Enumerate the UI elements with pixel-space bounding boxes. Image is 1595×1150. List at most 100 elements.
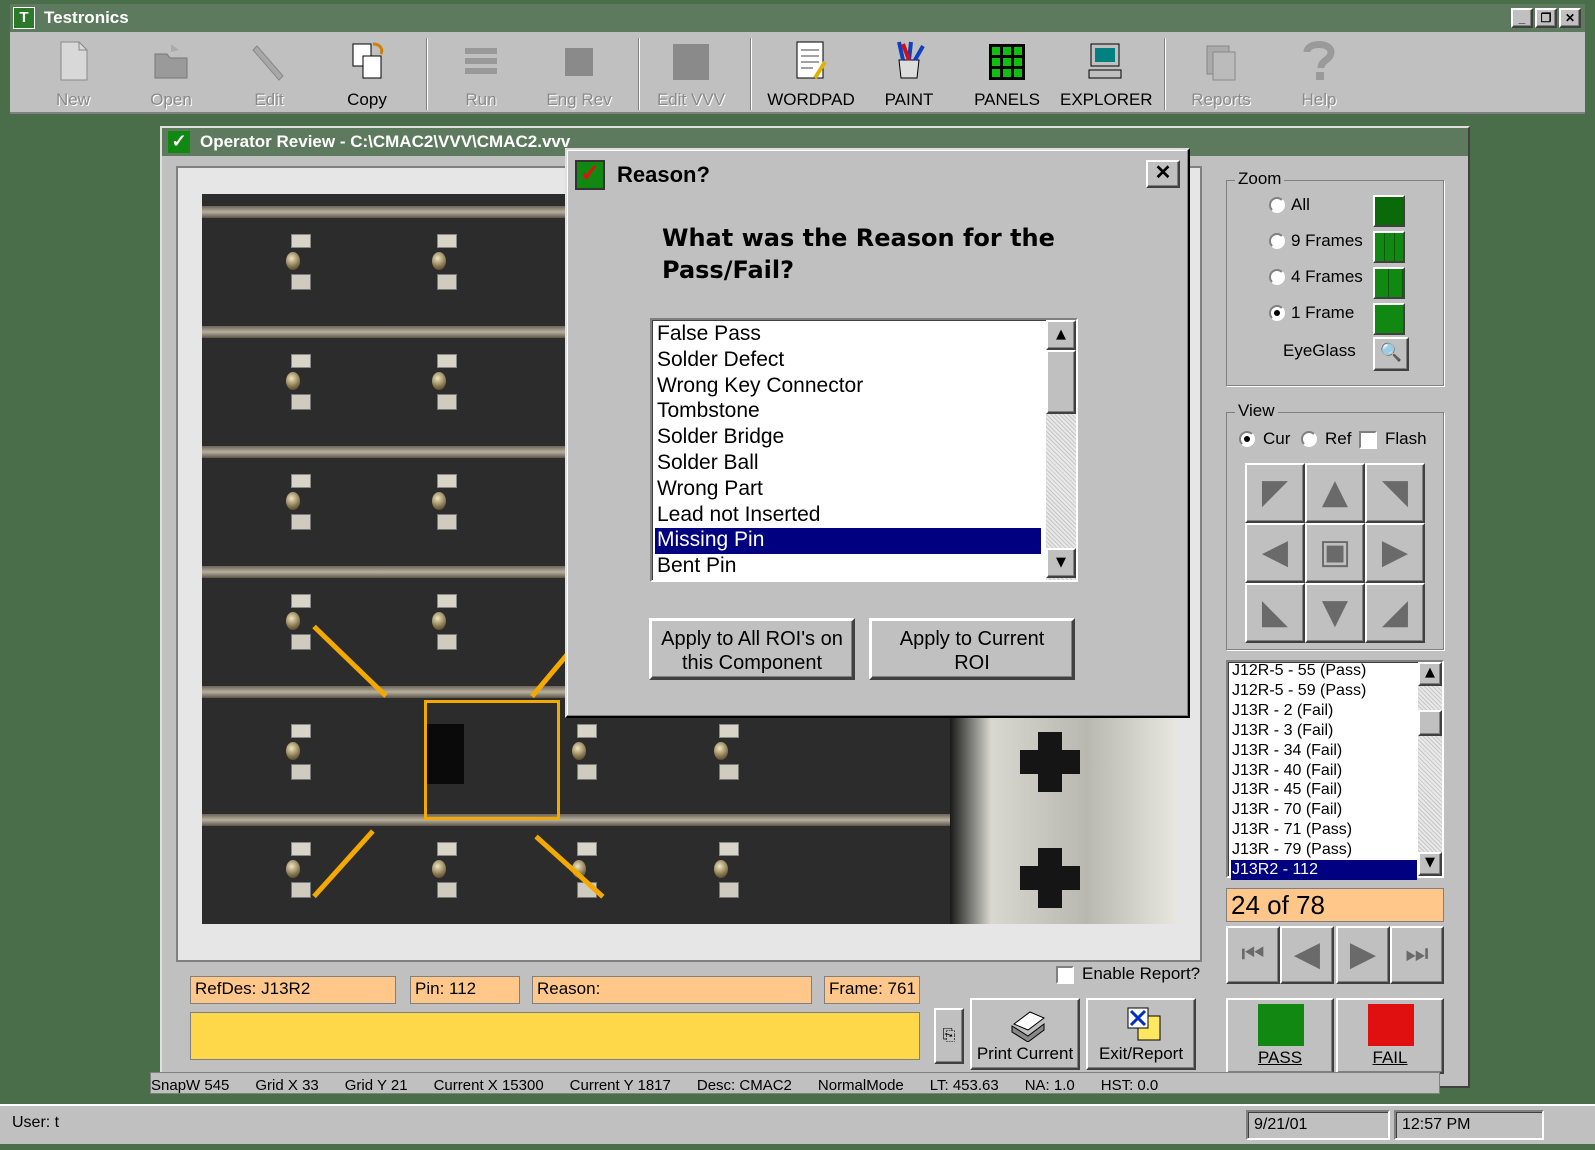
zoom-9-frames-radio[interactable] xyxy=(1269,233,1285,249)
toolbar-new-button[interactable]: New xyxy=(28,36,118,112)
pan-down-left-button[interactable]: ◣ xyxy=(1245,583,1305,643)
exit-report-button[interactable]: Exit/Report xyxy=(1086,998,1196,1070)
dialog-close-button[interactable]: ✕ xyxy=(1146,160,1180,188)
roi-list-item[interactable]: J13R - 34 (Fail) xyxy=(1231,741,1417,761)
roi-list-item[interactable]: J13R - 79 (Pass) xyxy=(1231,840,1417,860)
clipboard-copy-button[interactable]: ⎘ xyxy=(934,1008,964,1064)
reason-list-item[interactable]: Solder Ball xyxy=(655,451,1041,477)
pan-left-button[interactable]: ◀ xyxy=(1245,523,1305,583)
pan-up-left-button[interactable]: ◤ xyxy=(1245,463,1305,523)
apply-all-rois-button[interactable]: Apply to All ROI's on this Component xyxy=(649,618,855,680)
pan-center-button[interactable]: ▣ xyxy=(1305,523,1365,583)
scroll-down-button[interactable]: ▼ xyxy=(1418,852,1442,876)
toolbar-edit-button[interactable]: Edit xyxy=(224,36,314,112)
zoom-all-label: All xyxy=(1291,195,1310,214)
toolbar-panels-button[interactable]: PANELS xyxy=(962,36,1052,112)
toolbar-eng-rev-button[interactable]: Eng Rev xyxy=(534,36,624,112)
toolbar-run-button[interactable]: Run xyxy=(436,36,526,112)
roi-list-scrollbar[interactable]: ▲ ▼ xyxy=(1418,662,1442,876)
connector-pin xyxy=(432,234,458,292)
reason-list-item[interactable]: Tombstone xyxy=(655,399,1041,425)
view-ref-radio[interactable] xyxy=(1301,431,1317,447)
pan-right-button[interactable]: ▶ xyxy=(1365,523,1425,583)
roi-list-item[interactable]: J13R2 - 112 xyxy=(1231,860,1417,880)
panels-icon xyxy=(989,44,1025,80)
close-button[interactable]: ✕ xyxy=(1559,8,1581,28)
status-bar: User: t 9/21/01 12:57 PM xyxy=(0,1104,1595,1144)
zoom-all-radio[interactable] xyxy=(1269,197,1285,213)
toolbar-open-button[interactable]: Open xyxy=(126,36,216,112)
main-toolbar: New Open Edit Copy Run Eng Rev Edit VVV … xyxy=(10,32,1585,114)
view-group-label: View xyxy=(1235,401,1278,421)
roi-list-item[interactable]: J13R - 3 (Fail) xyxy=(1231,721,1417,741)
view-cur-radio[interactable] xyxy=(1239,431,1255,447)
reason-list-item[interactable]: Wrong Key Connector xyxy=(655,374,1041,400)
one-frame-icon xyxy=(1373,303,1405,335)
roi-list-item[interactable]: J13R - 71 (Pass) xyxy=(1231,820,1417,840)
pan-down-right-button[interactable]: ◢ xyxy=(1365,583,1425,643)
new-document-icon xyxy=(60,41,88,81)
roi-list-item[interactable]: J12R-5 - 55 (Pass) xyxy=(1231,661,1417,681)
toolbar-explorer-button[interactable]: EXPLORER xyxy=(1060,36,1153,112)
last-record-button[interactable]: ⏭ xyxy=(1390,926,1444,984)
next-record-button[interactable]: ▶ xyxy=(1336,926,1390,984)
toolbar-wordpad-button[interactable]: WORDPAD xyxy=(766,36,856,112)
reason-list-item[interactable]: Bent Pin xyxy=(655,554,1041,580)
connector-pin xyxy=(286,842,312,900)
reason-scroll-up-button[interactable]: ▲ xyxy=(1046,320,1076,350)
reason-list-item[interactable]: Wrong Part xyxy=(655,477,1041,503)
roi-list-item[interactable]: J13R - 40 (Fail) xyxy=(1231,761,1417,781)
flash-checkbox[interactable] xyxy=(1359,431,1377,449)
arrow-down-right-icon: ◢ xyxy=(1381,592,1409,632)
enable-report-label: Enable Report? xyxy=(1082,964,1201,983)
pan-up-button[interactable]: ▲ xyxy=(1305,463,1365,523)
eyeglass-button[interactable]: 🔍 xyxy=(1373,337,1409,371)
apply-current-roi-button[interactable]: Apply to Current ROI xyxy=(869,618,1075,680)
roi-list-item[interactable]: J13R - 70 (Fail) xyxy=(1231,800,1417,820)
connector-pin xyxy=(432,474,458,532)
toolbar-help-button[interactable]: Help xyxy=(1274,36,1364,112)
comment-field[interactable] xyxy=(190,1012,920,1060)
reason-list-item[interactable]: Missing Pin xyxy=(655,528,1041,555)
minimize-button[interactable]: _ xyxy=(1511,8,1533,28)
reason-scroll-thumb[interactable] xyxy=(1046,350,1076,414)
info-strip-cell: NormalMode xyxy=(817,1077,904,1094)
pan-down-button[interactable]: ▼ xyxy=(1305,583,1365,643)
roi-list-item[interactable]: J12R-5 - 59 (Pass) xyxy=(1231,681,1417,701)
reason-list-item[interactable]: Solder Defect xyxy=(655,348,1041,374)
restore-button[interactable]: ❐ xyxy=(1535,8,1557,28)
roi-list-item[interactable]: J13R - 2 (Fail) xyxy=(1231,701,1417,721)
toolbar-paint-button[interactable]: PAINT xyxy=(864,36,954,112)
toolbar-edit-vvv-button[interactable]: Edit VVV xyxy=(646,36,736,112)
pan-up-right-button[interactable]: ◥ xyxy=(1365,463,1425,523)
reason-list[interactable]: ▲ ▼ False Pass Solder Defect Wrong Key Con… xyxy=(650,318,1078,582)
roi-counter: 24 of 78 xyxy=(1226,888,1444,922)
status-user: User: t xyxy=(12,1114,60,1131)
reason-list-item[interactable]: Lead not Inserted xyxy=(655,503,1041,529)
scroll-thumb[interactable] xyxy=(1418,710,1442,736)
toolbar-reports-button[interactable]: Reports xyxy=(1176,36,1266,112)
toolbar-copy-button[interactable]: Copy xyxy=(322,36,412,112)
fail-button[interactable]: FAIL xyxy=(1336,998,1444,1074)
scroll-up-button[interactable]: ▲ xyxy=(1418,662,1442,686)
reason-dialog: ✓ Reason? ✕ What was the Reason for the … xyxy=(565,148,1190,718)
magnifier-icon: 🔍 xyxy=(1379,342,1403,363)
reason-list-item[interactable]: Solder Bridge xyxy=(655,425,1041,451)
print-current-button[interactable]: Print Current xyxy=(970,998,1080,1070)
roi-list[interactable]: ▲ ▼ J12R-5 - 55 (Pass) J12R-5 - 59 (Pass)… xyxy=(1226,660,1444,880)
dialog-question: What was the Reason for the Pass/Fail? xyxy=(662,224,1055,284)
enable-report-checkbox[interactable] xyxy=(1056,966,1074,984)
roi-highlight-box[interactable] xyxy=(424,700,560,820)
reason-list-item[interactable]: False Pass xyxy=(655,322,1041,348)
four-frames-icon xyxy=(1373,267,1405,299)
previous-record-button[interactable]: ◀ xyxy=(1280,926,1334,984)
first-icon: ⏮ xyxy=(1241,939,1265,969)
roi-list-item[interactable]: J13R - 45 (Fail) xyxy=(1231,780,1417,800)
copy-icon xyxy=(352,42,384,79)
zoom-4-frames-radio[interactable] xyxy=(1269,269,1285,285)
pass-button[interactable]: PASS xyxy=(1226,998,1334,1074)
reason-list-scrollbar[interactable]: ▲ ▼ xyxy=(1046,320,1076,580)
reason-scroll-down-button[interactable]: ▼ xyxy=(1046,548,1076,578)
first-record-button[interactable]: ⏮ xyxy=(1226,926,1280,984)
zoom-1-frame-radio[interactable] xyxy=(1269,305,1285,321)
